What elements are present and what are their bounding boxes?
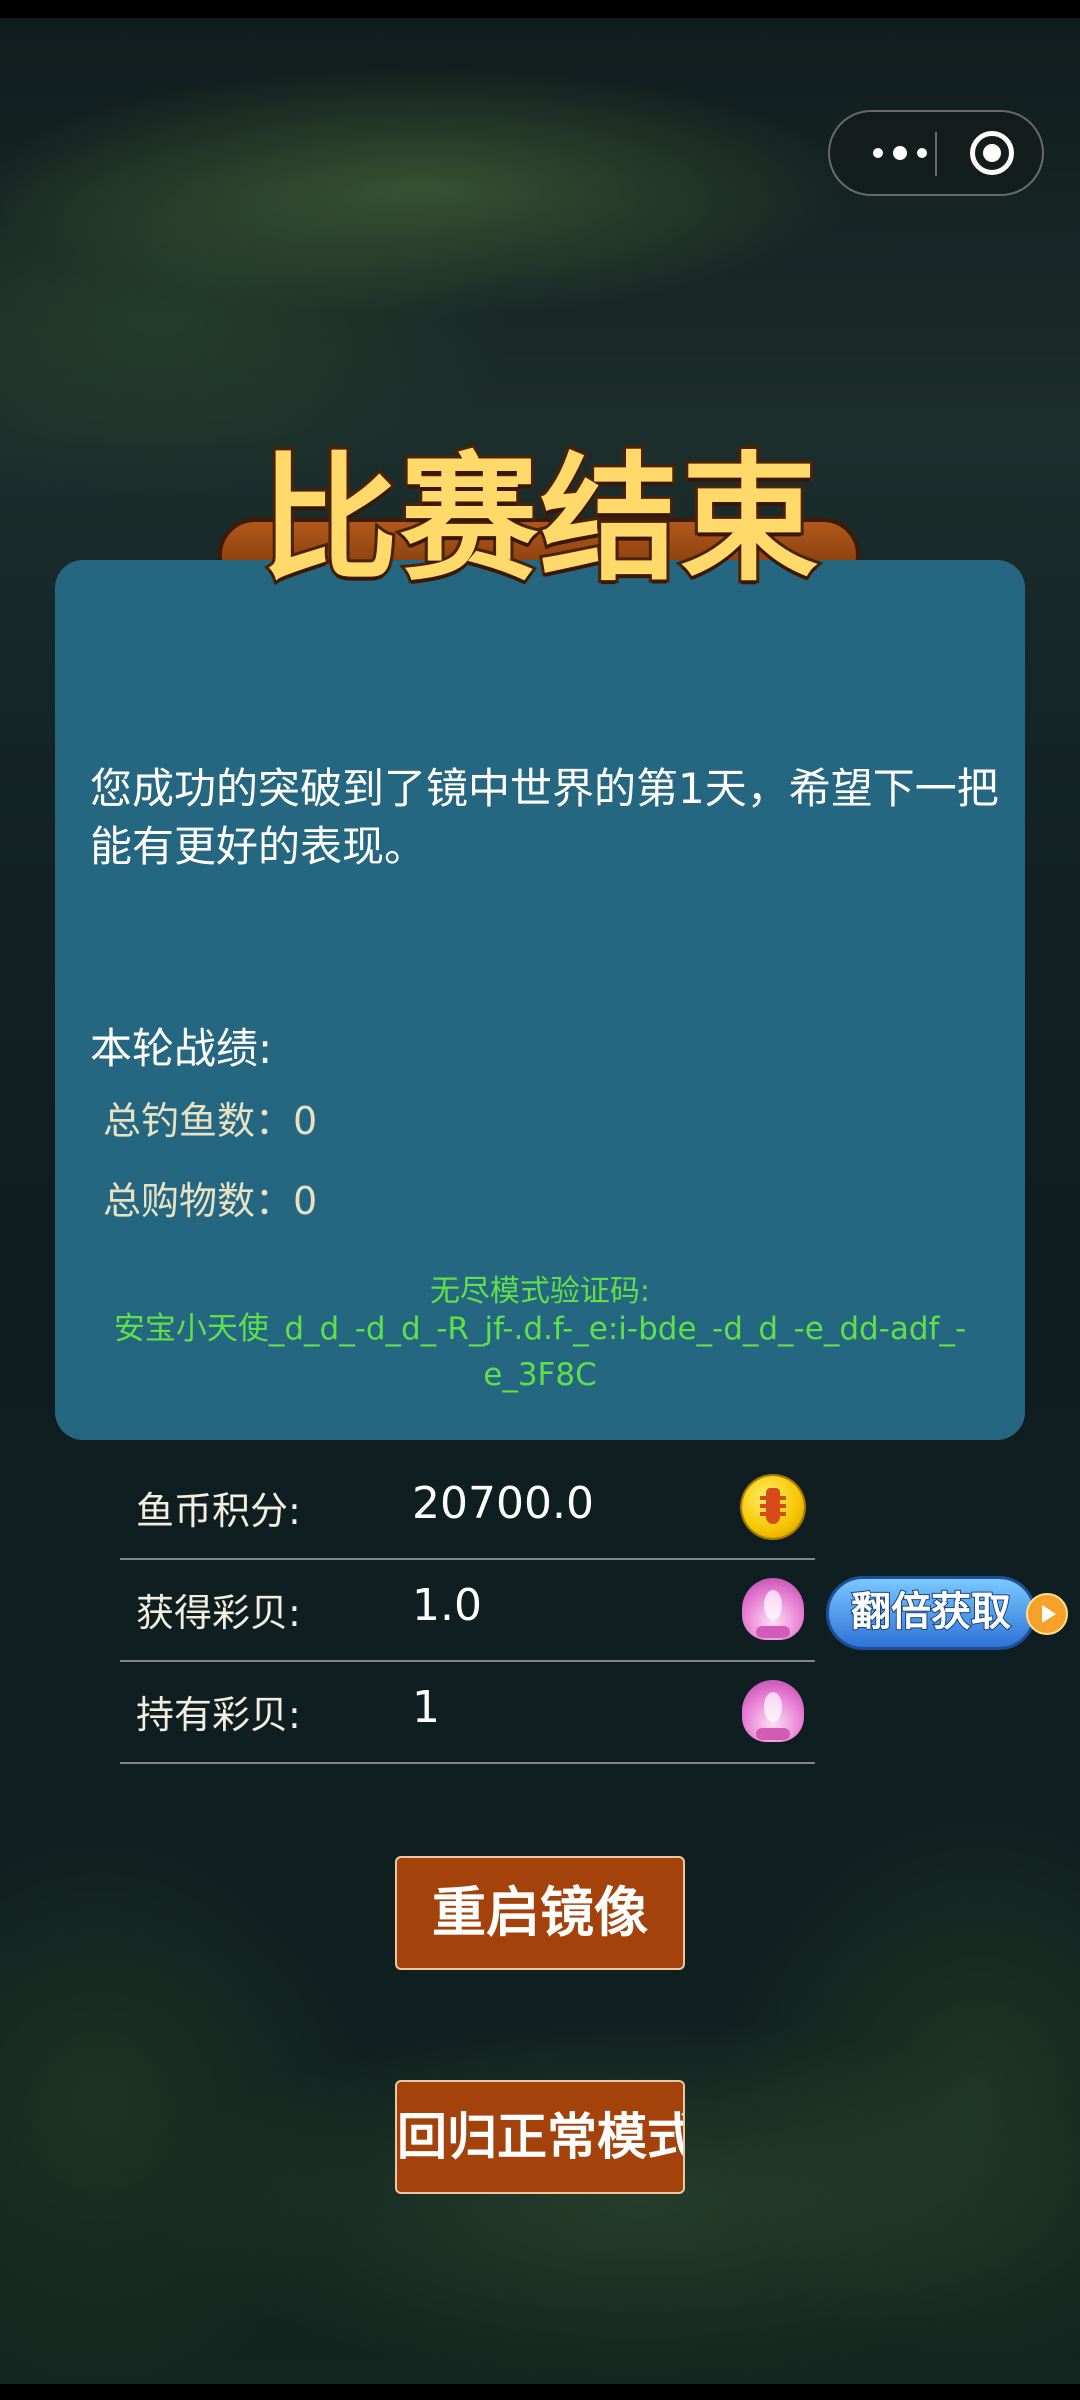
double-reward-button[interactable]: 翻倍获取: [826, 1576, 1036, 1650]
score-label: 获得彩贝:: [136, 1591, 301, 1635]
stat-value: 0: [293, 1099, 318, 1143]
stat-fish-count: 总钓鱼数：0: [103, 1090, 317, 1145]
coin-icon: [742, 1476, 804, 1538]
score-value: 1.0: [412, 1580, 482, 1631]
verification-code: 安宝小天使_d_d_-d_d_-R_jf-.d.f-_e:i-bde_-d_d_…: [113, 1311, 967, 1393]
score-value: 1: [412, 1682, 440, 1733]
score-label: 持有彩贝:: [136, 1693, 301, 1737]
status-bar: [0, 0, 1080, 18]
result-message: 您成功的突破到了镜中世界的第1天，希望下一把能有更好的表现。: [90, 764, 999, 871]
verification-code-label: 无尽模式验证码:: [429, 1274, 651, 1309]
score-row-fish-coins: 鱼币积分: 20700.0: [120, 1458, 815, 1560]
navigation-bar: [0, 2384, 1080, 2400]
play-icon[interactable]: [1026, 1593, 1068, 1635]
more-dots-icon[interactable]: [860, 112, 940, 194]
stat-value: 0: [293, 1179, 318, 1223]
score-row-held-shells: 持有彩贝: 1: [120, 1662, 815, 1764]
stat-shopping-count: 总购物数：0: [103, 1170, 317, 1225]
target-icon[interactable]: [970, 131, 1014, 175]
shell-icon: [742, 1578, 804, 1640]
return-normal-mode-button[interactable]: 回归正常模式: [395, 2080, 685, 2194]
score-label: 鱼币积分:: [136, 1489, 301, 1533]
page-title: 比赛结束: [257, 437, 821, 603]
capsule-divider: [935, 132, 937, 176]
mini-program-capsule: [828, 110, 1044, 196]
score-value: 20700.0: [412, 1478, 594, 1529]
stat-label: 总购物数：: [103, 1179, 294, 1223]
stat-label: 总钓鱼数：: [103, 1099, 294, 1143]
record-title: 本轮战绩:: [90, 1024, 273, 1073]
shell-icon: [742, 1680, 804, 1742]
score-row-earned-shells: 获得彩贝: 1.0: [120, 1560, 815, 1662]
result-panel: 您成功的突破到了镜中世界的第1天，希望下一把能有更好的表现。 本轮战绩: 总钓鱼…: [55, 560, 1025, 1440]
restart-mirror-button[interactable]: 重启镜像: [395, 1856, 685, 1970]
